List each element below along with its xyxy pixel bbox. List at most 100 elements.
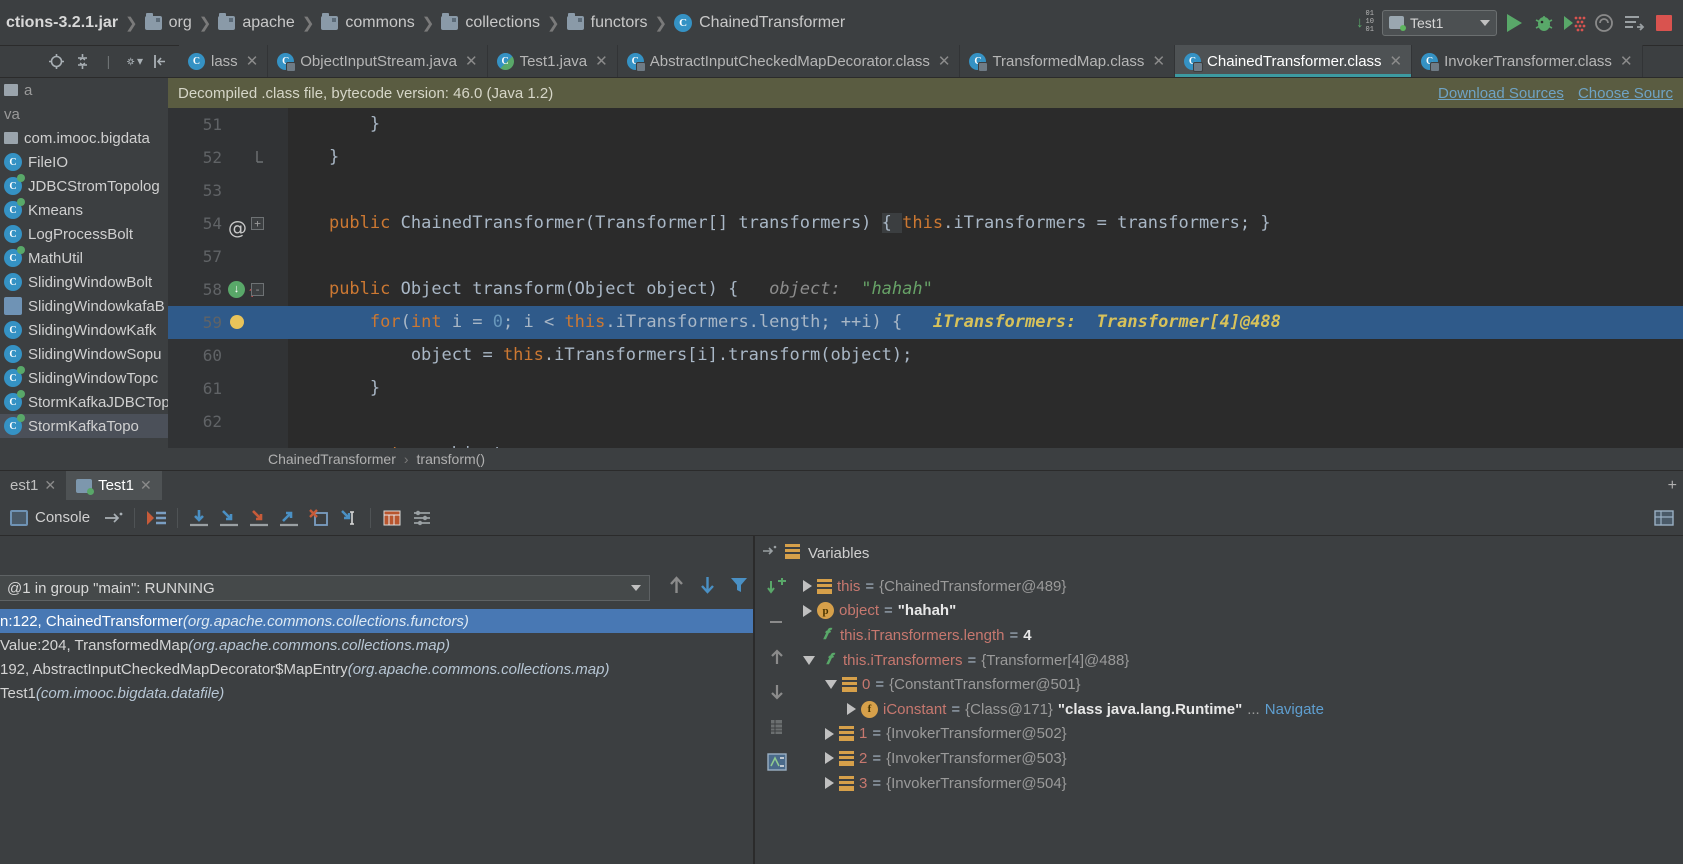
locate-icon[interactable] — [48, 53, 65, 70]
evaluate-expression-button[interactable] — [379, 505, 405, 531]
fold-end-icon[interactable] — [251, 151, 264, 164]
chevron-down-icon[interactable] — [825, 680, 837, 690]
breadcrumb-method[interactable]: transform() — [417, 451, 485, 467]
tree-item-jdbcstromtopolog[interactable]: C JDBCStromTopolog — [0, 174, 168, 198]
gutter-row[interactable]: 63 — [168, 438, 288, 448]
variable-row[interactable]: f iConstant = {Class@171} "class java.lan… — [803, 697, 1683, 722]
breadcrumb-item-collections[interactable]: collections — [435, 0, 546, 46]
close-icon[interactable]: ✕ — [595, 52, 608, 70]
evaluate-expression-button[interactable] — [764, 751, 790, 773]
variable-row[interactable]: 𝒇 this.iTransformers = {Transformer[4]@48… — [803, 648, 1683, 673]
arrow-up-icon[interactable] — [668, 575, 685, 600]
editor-tab-chainedtransformer-class[interactable]: C ChainedTransformer.class ✕ — [1175, 45, 1413, 77]
variables-tree[interactable]: this = {ChainedTransformer@489} p object =… — [803, 574, 1683, 795]
variable-row[interactable]: 2 = {InvokerTransformer@503} — [803, 746, 1683, 771]
chevron-down-icon[interactable] — [631, 585, 641, 591]
tree-item-stormkafkatopo[interactable]: C StormKafkaTopo — [0, 414, 168, 438]
fold-toggle-icon[interactable]: + — [251, 217, 264, 230]
tree-item-com-imooc-bigdata[interactable]: com.imooc.bigdata — [0, 126, 168, 150]
chevron-right-icon[interactable] — [825, 727, 834, 740]
breadcrumb-item-apache[interactable]: apache — [212, 0, 301, 46]
chevron-right-icon[interactable] — [803, 604, 812, 617]
close-icon[interactable]: ✕ — [44, 477, 56, 494]
code-line[interactable] — [288, 240, 1683, 273]
debug-button[interactable] — [1531, 10, 1557, 36]
show-execution-point-button[interactable] — [143, 505, 169, 531]
tree-item-logprocessbolt[interactable]: C LogProcessBolt — [0, 222, 168, 246]
add-tab-icon[interactable]: + — [1668, 477, 1683, 495]
variable-row[interactable]: 0 = {ConstantTransformer@501} — [803, 672, 1683, 697]
gutter-row[interactable]: 53 — [168, 174, 288, 207]
download-sources-link[interactable]: Download Sources — [1438, 85, 1564, 102]
console-button[interactable]: Console — [4, 509, 96, 526]
code-line[interactable]: public Object transform(Object object) {… — [288, 273, 1683, 306]
fold-toggle-icon[interactable]: - — [251, 283, 264, 296]
chevron-right-icon[interactable] — [825, 777, 834, 790]
gutter-row[interactable]: 60 — [168, 339, 288, 372]
run-to-cursor-button[interactable] — [336, 505, 362, 531]
code-line[interactable]: for(int i = 0; i < this.iTransformers.le… — [288, 306, 1683, 339]
breadcrumb-item-org[interactable]: org — [139, 0, 198, 46]
code-line[interactable]: public ChainedTransformer(Transformer[] … — [288, 207, 1683, 240]
close-icon[interactable]: ✕ — [1620, 52, 1633, 70]
chevron-down-icon[interactable] — [803, 655, 815, 665]
compile-icon[interactable]: ↓ 01 10 01 — [1352, 10, 1378, 36]
variable-row[interactable]: 1 = {InvokerTransformer@502} — [803, 722, 1683, 747]
breadcrumb-item-chainedtransformer[interactable]: C ChainedTransformer — [668, 0, 851, 46]
tree-item-kmeans[interactable]: C Kmeans — [0, 198, 168, 222]
close-icon[interactable]: ✕ — [1390, 52, 1403, 70]
copy-value-button[interactable] — [764, 716, 790, 738]
chevron-right-icon[interactable] — [803, 580, 812, 593]
tree-item-a[interactable]: a — [0, 78, 168, 102]
editor-tab-invokertransformer-class[interactable]: C InvokerTransformer.class ✕ — [1412, 45, 1643, 77]
gutter-row[interactable]: 59 — [168, 306, 288, 339]
stop-button[interactable] — [1651, 10, 1677, 36]
editor-code-area[interactable]: } } public ChainedTransformer(Transforme… — [288, 108, 1683, 448]
gutter-row[interactable]: 58↓↑- — [168, 273, 288, 306]
force-step-into-button[interactable] — [246, 505, 272, 531]
code-line[interactable]: return object; — [288, 438, 1683, 448]
tree-item-mathutil[interactable]: C MathUtil — [0, 246, 168, 270]
gutter-row[interactable]: 52 — [168, 141, 288, 174]
close-icon[interactable]: ✕ — [246, 52, 259, 70]
remove-watch-button[interactable] — [764, 611, 790, 633]
pin-icon[interactable] — [761, 543, 777, 563]
tree-item-slidingwindowsopu[interactable]: C SlidingWindowSopu — [0, 342, 168, 366]
intention-bulb-icon[interactable] — [230, 315, 244, 329]
variable-row[interactable]: p object = "hahah" — [803, 599, 1683, 624]
run-button[interactable] — [1501, 10, 1527, 36]
editor-tab-test1-java[interactable]: C Test1.java ✕ — [487, 45, 618, 77]
breadcrumb-item-ctions-3-2-1-jar[interactable]: ctions-3.2.1.jar — [0, 0, 124, 46]
variable-row[interactable]: 3 = {InvokerTransformer@504} — [803, 771, 1683, 796]
code-line[interactable]: object = this.iTransformers[i].transform… — [288, 339, 1683, 372]
frame-row[interactable]: n:122, ChainedTransformer (org.apache.co… — [0, 609, 755, 633]
breadcrumb-item-functors[interactable]: functors — [561, 0, 654, 46]
close-icon[interactable]: ✕ — [938, 52, 951, 70]
arrow-down-icon[interactable] — [699, 575, 716, 600]
layout-settings-icon[interactable] — [1651, 505, 1677, 531]
run-list-button[interactable] — [1621, 10, 1647, 36]
hide-pane-icon[interactable] — [152, 53, 169, 70]
choose-sources-link[interactable]: Choose Sourc — [1578, 85, 1673, 102]
thread-selector[interactable]: @1 in group "main": RUNNING — [0, 575, 650, 601]
editor-tab-transformedmap-class[interactable]: C TransformedMap.class ✕ — [960, 45, 1176, 77]
gutter-row[interactable]: 62 — [168, 405, 288, 438]
debug-tab-est1[interactable]: est1 ✕ — [0, 471, 66, 501]
editor-tab-abstractinputcheckedmapdecorator-class[interactable]: C AbstractInputCheckedMapDecorator.class ✕ — [617, 45, 961, 77]
move-up-button[interactable] — [764, 646, 790, 668]
editor-gutter[interactable]: 51525354@+5758↓↑-5960616263 — [168, 108, 288, 448]
variable-row[interactable]: 𝒇 this.iTransformers.length = 4 — [803, 623, 1683, 648]
breakpoint-icon[interactable]: ↓ — [228, 281, 245, 298]
frame-row[interactable]: Test1 (com.imooc.bigdata.datafile) — [0, 681, 755, 705]
code-line[interactable]: } — [288, 108, 1683, 141]
step-out-button[interactable] — [276, 505, 302, 531]
debug-tab-test1[interactable]: Test1 ✕ — [66, 470, 162, 501]
drop-frame-button[interactable] — [306, 505, 332, 531]
project-tool-window[interactable]: a va com.imooc.bigdata C FileIO C JDBCStromTop… — [0, 78, 168, 502]
tree-item-va[interactable]: va — [0, 102, 168, 126]
gutter-row[interactable]: 61 — [168, 372, 288, 405]
code-line[interactable]: } — [288, 372, 1683, 405]
tree-item-fileio[interactable]: C FileIO — [0, 150, 168, 174]
editor-tab-lass[interactable]: Class ✕ — [179, 45, 269, 77]
tree-item-slidingwindowtopc[interactable]: C SlidingWindowTopc — [0, 366, 168, 390]
